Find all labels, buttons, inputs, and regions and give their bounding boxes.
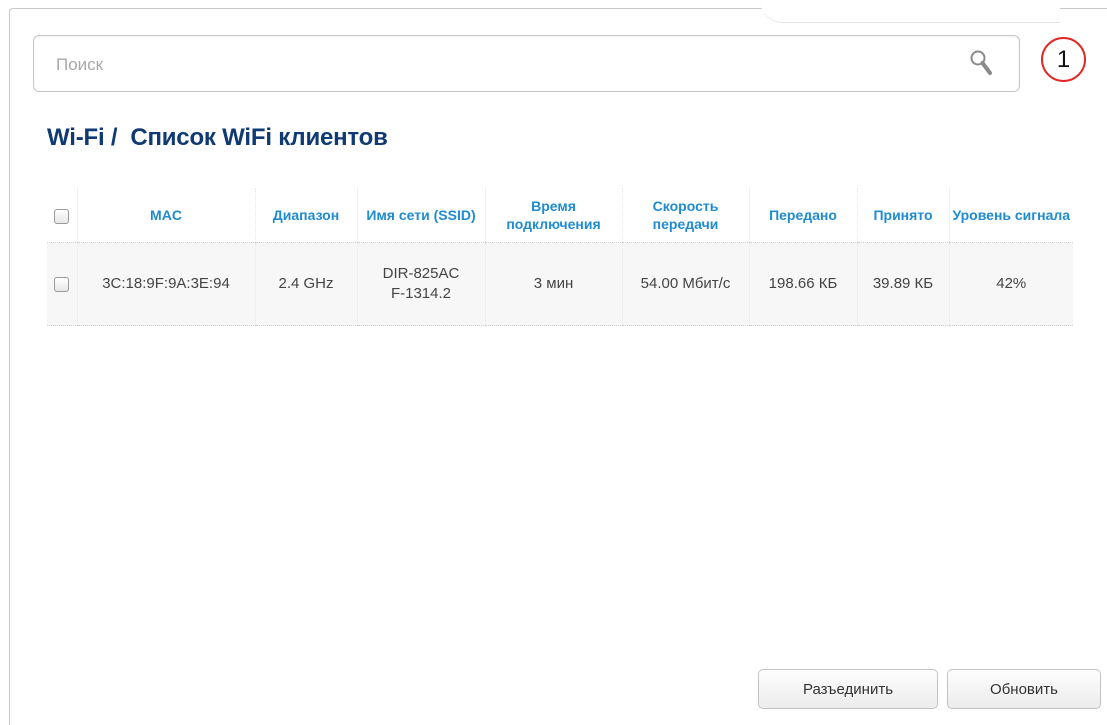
search-icon[interactable] <box>969 49 995 77</box>
cell-mac: 3C:18:9F:9A:3E:94 <box>76 242 255 326</box>
cell-sent: 198.66 КБ <box>748 242 857 326</box>
page-title: Wi-Fi / Список WiFi клиентов <box>47 124 388 152</box>
breadcrumb-section[interactable]: Wi-Fi / <box>47 124 118 151</box>
column-header-sent[interactable]: Передано <box>748 188 857 243</box>
cell-signal: 42% <box>948 242 1073 326</box>
select-all-cell <box>47 188 77 243</box>
column-header-band[interactable]: Диапазон <box>254 188 357 243</box>
page-frame <box>9 8 1107 725</box>
column-header-ssid[interactable]: Имя сети (SSID) <box>356 188 485 243</box>
cell-ssid: DIR-825ACF-1314.2 <box>356 242 485 326</box>
refresh-button[interactable]: Обновить <box>947 669 1101 709</box>
search-input[interactable] <box>54 36 958 93</box>
disconnect-button[interactable]: Разъединить <box>758 669 938 709</box>
callout-number-badge: 1 <box>1041 37 1086 82</box>
row-select-cell <box>47 242 77 326</box>
cell-received: 39.89 КБ <box>856 242 949 326</box>
search-box <box>33 35 1020 93</box>
select-all-checkbox[interactable] <box>54 208 70 224</box>
column-header-rate[interactable]: Скорость передачи <box>621 188 749 243</box>
table-header-row: MAC Диапазон Имя сети (SSID) Время подкл… <box>47 188 1073 243</box>
column-header-mac[interactable]: MAC <box>76 188 255 243</box>
table-row[interactable]: 3C:18:9F:9A:3E:94 2.4 GHz DIR-825ACF-131… <box>47 242 1073 326</box>
wifi-clients-table: MAC Диапазон Имя сети (SSID) Время подкл… <box>47 188 1073 326</box>
cell-rate: 54.00 Мбит/с <box>621 242 749 326</box>
column-header-signal[interactable]: Уровень сигнала <box>948 188 1073 243</box>
ssid-text: DIR-825ACF-1314.2 <box>382 265 460 302</box>
column-header-uptime[interactable]: Время подключения <box>484 188 622 243</box>
cell-band: 2.4 GHz <box>254 242 357 326</box>
breadcrumb-page: Список WiFi клиентов <box>130 124 388 151</box>
callout-pointer <box>760 0 1060 23</box>
row-checkbox[interactable] <box>54 276 70 292</box>
column-header-received[interactable]: Принято <box>856 188 949 243</box>
cell-uptime: 3 мин <box>484 242 622 326</box>
